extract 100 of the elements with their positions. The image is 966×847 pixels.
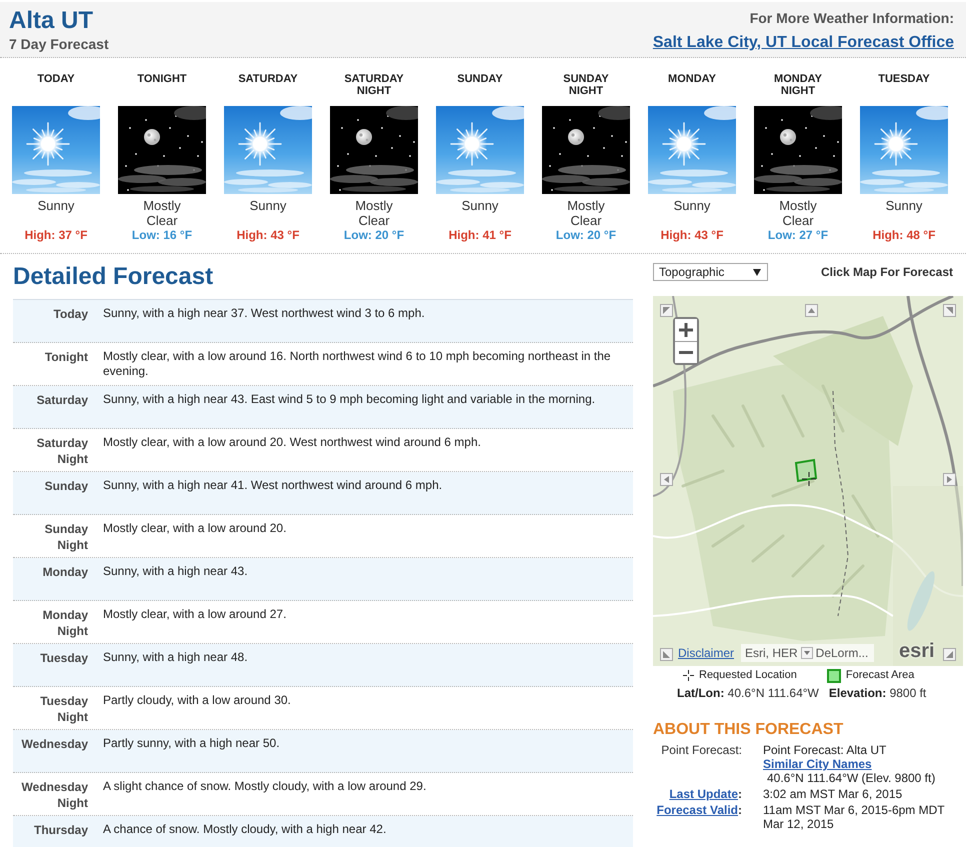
temperature: High: 41 °F (448, 228, 512, 243)
coordinates-text: Lat/Lon: 40.6°N 111.64°W (677, 686, 819, 701)
period-label: Sunday Night (44, 521, 88, 554)
plus-icon (678, 322, 694, 338)
minus-icon (678, 351, 694, 354)
period-label: Sunday (44, 478, 88, 495)
similar-names-link[interactable]: Similar City Names (763, 757, 872, 771)
forecast-summary: Sunny (672, 198, 712, 215)
forecast-text: Sunny, with a high near 41. West northwest wind around 6 mph. (103, 478, 444, 494)
forecast-text: Sunny, with a high near 37. West northwest wind 3 to 6 mph. (103, 306, 426, 322)
field-value: 3:02 am MST Mar 6, 2015 (763, 787, 902, 801)
forecast-text: Sunny, with a high near 48. (103, 650, 249, 666)
period-label: Monday Night (42, 607, 88, 640)
map-layer-select[interactable]: Topographic (653, 263, 768, 281)
point-forecast-text: Point Forecast: Alta UT (763, 743, 886, 757)
period-label: Wednesday Night (20, 779, 88, 812)
forecast-text: Sunny, with a high near 43. (103, 564, 249, 580)
field-link[interactable]: Forecast Valid (656, 803, 738, 817)
sunny-sky-icon (12, 106, 100, 194)
sunny-sky-icon (224, 106, 312, 194)
office-link[interactable]: Salt Lake City, UT Local Forecast Office (652, 34, 954, 52)
forecast-summary: Mostly Clear (354, 198, 394, 228)
temperature: High: 43 °F (660, 228, 724, 243)
coordinates-text: 40.6°N 111.64°W (Elev. 9800 ft) (766, 771, 936, 785)
pan-arrow-icon[interactable] (943, 648, 956, 661)
forecast-summary: Mostly Clear (778, 198, 818, 228)
period-name: SATURDAY NIGHT (343, 73, 405, 99)
forecast-text: Mostly clear, with a low around 27. (103, 607, 288, 623)
period-name: MONDAY (667, 73, 717, 87)
legend-label: Forecast Area (846, 669, 914, 682)
period-name: SUNDAY NIGHT (562, 73, 610, 99)
forecast-summary: Sunny (36, 198, 76, 215)
crosshair-icon (802, 472, 816, 486)
location-title: Alta UT (9, 8, 94, 34)
night-moon-icon (542, 106, 630, 194)
night-moon-icon (754, 106, 842, 194)
label-colon: : (738, 803, 742, 817)
temperature: Low: 27 °F (768, 228, 828, 243)
forecast-text: Mostly clear, with a low around 20. West northwest wind around 6 mph. (103, 435, 482, 451)
period-name: MONDAY NIGHT (773, 73, 823, 99)
map-attribution: DeLorm... (816, 645, 868, 661)
period-label: Saturday (36, 392, 88, 409)
period-name: SUNDAY (456, 73, 504, 87)
legend-label: Requested Location (699, 669, 797, 682)
night-moon-icon (118, 106, 206, 194)
forecast-summary: Mostly Clear (142, 198, 182, 228)
section-heading: ABOUT THIS FORECAST (653, 720, 844, 740)
night-moon-icon (330, 106, 418, 194)
temperature: Low: 20 °F (556, 228, 616, 243)
period-name: SATURDAY (237, 73, 299, 87)
field-link[interactable]: Last Update (669, 787, 738, 801)
period-label: Monday (42, 564, 88, 581)
section-heading: Detailed Forecast (13, 263, 214, 291)
forecast-area-icon (793, 458, 818, 483)
period-name: TODAY (36, 73, 76, 87)
period-label: Tuesday Night (39, 693, 88, 726)
forecast-text: A slight chance of snow. Mostly cloudy, with a low around 29. (103, 779, 428, 795)
forecast-text: Sunny, with a high near 43. East wind 5 to 9 mph becoming light and variable in the morning. (103, 392, 596, 408)
period-name: TONIGHT (136, 73, 188, 87)
period-label: Today (52, 306, 88, 323)
forecast-subtitle: 7 Day Forecast (9, 36, 109, 52)
forecast-summary: Mostly Clear (566, 198, 606, 228)
map-drawing[interactable] (653, 296, 963, 666)
zoom-out-button[interactable] (675, 341, 697, 363)
forecast-summary: Sunny (884, 198, 924, 215)
forecast-text: Partly sunny, with a high near 50. (103, 736, 281, 752)
temperature: High: 37 °F (24, 228, 88, 243)
disclaimer-link[interactable]: Disclaimer (678, 645, 734, 661)
forecast-summary: Sunny (248, 198, 288, 215)
map-attribution: Esri, HER (745, 645, 798, 661)
map-hint: Click Map For Forecast (820, 265, 954, 279)
temperature: High: 43 °F (236, 228, 300, 243)
field-label: Point Forecast: (661, 743, 742, 757)
period-label: Saturday Night (36, 435, 88, 468)
period-label: Thursday (32, 822, 88, 839)
forecast-text: Mostly clear, with a low around 20. (103, 521, 288, 537)
label-colon: : (738, 787, 742, 801)
period-label: Tuesday (39, 650, 88, 667)
sunny-sky-icon (436, 106, 524, 194)
forecast-text: Mostly clear, with a low around 16. North northwest wind 6 to 10 mph becoming northeast in the evening. (103, 349, 612, 380)
period-name: TUESDAY (877, 73, 931, 87)
field-value: 11am MST Mar 6, 2015-6pm MDT Mar 12, 2015 (763, 803, 944, 831)
caret-icon[interactable] (800, 647, 813, 659)
forecast-text: A chance of snow. Mostly cloudy, with a high near 42. (103, 822, 388, 838)
info-label: For More Weather Information: (750, 10, 954, 26)
sunny-sky-icon (860, 106, 948, 194)
forecast-summary: Sunny (460, 198, 500, 215)
caret-icon (753, 268, 761, 276)
map-logo: esri (899, 640, 935, 662)
pan-arrow-icon[interactable] (943, 304, 956, 317)
temperature: Low: 16 °F (132, 228, 192, 243)
forecast-area-icon (826, 668, 841, 682)
temperature: High: 48 °F (872, 228, 936, 243)
pan-arrow-icon[interactable] (660, 648, 673, 661)
forecast-text: Partly cloudy, with a low around 30. (103, 693, 292, 709)
period-label: Wednesday (20, 736, 88, 753)
sunny-sky-icon (648, 106, 736, 194)
pan-arrow-icon[interactable] (660, 304, 673, 317)
period-label: Tonight (44, 349, 88, 366)
temperature: Low: 20 °F (344, 228, 404, 243)
